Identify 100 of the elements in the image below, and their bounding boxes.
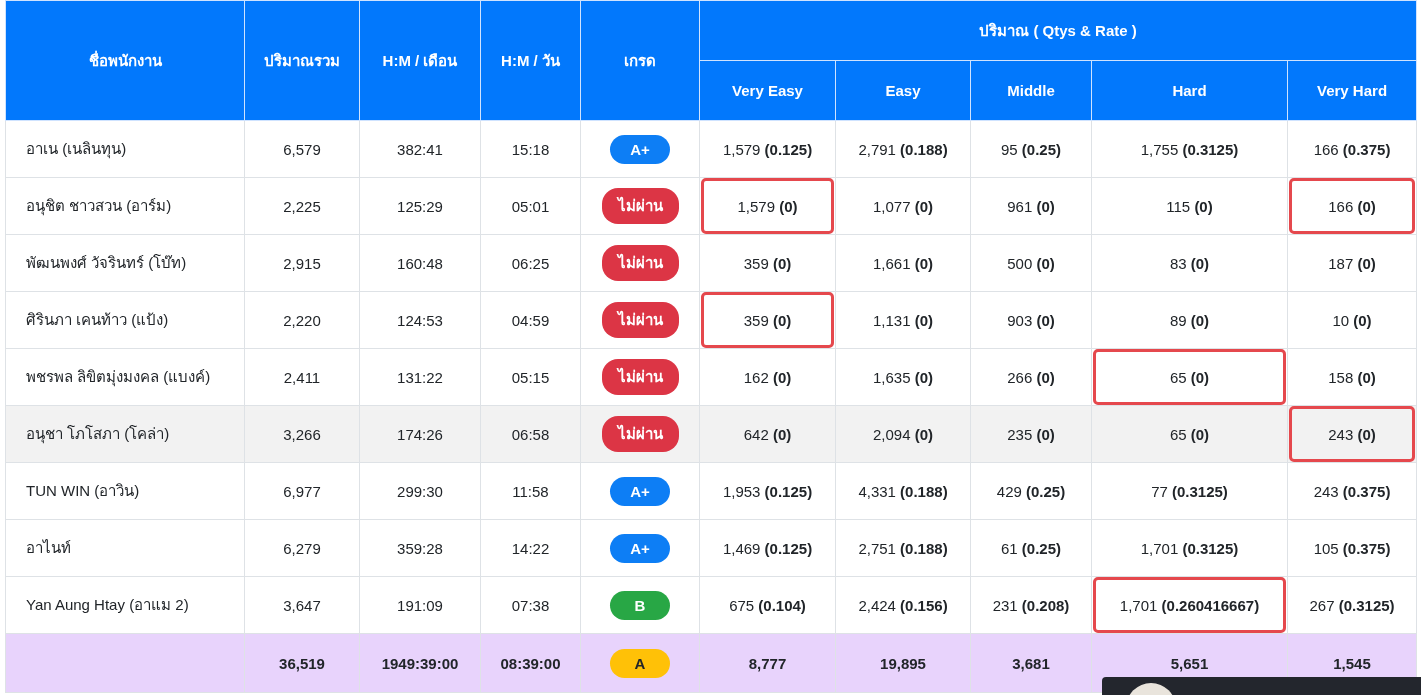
column-header: ปริมาณรวม <box>244 0 360 121</box>
table-cell: พชรพล ลิขิตมุ่งมงคล (แบงค์) <box>5 348 245 406</box>
table-cell: 2,424 (0.156) <box>858 596 948 614</box>
grade-badge: A+ <box>610 134 670 164</box>
table-cell: 05:01 <box>480 177 581 235</box>
table-cell: 77 (0.3125) <box>1151 482 1228 500</box>
group-header: ปริมาณ ( Qtys & Rate ) <box>699 0 1417 61</box>
table-cell: 675 (0.104) <box>729 596 806 614</box>
table-cell: 160:48 <box>359 234 481 292</box>
total-cell: 19,895 <box>835 633 971 693</box>
table-cell: 235 (0) <box>1007 425 1055 443</box>
table-cell: 83 (0) <box>1169 254 1210 272</box>
column-header: H:M / เดือน <box>359 0 481 121</box>
table-cell: 105 (0.375) <box>1313 539 1391 557</box>
column-header: Easy <box>835 60 971 121</box>
table-cell: 187 (0) <box>1328 254 1376 272</box>
table-cell: Yan Aung Htay (อาแม 2) <box>5 576 245 634</box>
table-cell: 1,701 (0.260416667) <box>1119 596 1260 614</box>
table-cell: 115 (0) <box>1166 197 1213 215</box>
column-header: H:M / วัน <box>480 0 581 121</box>
table-cell: 131:22 <box>359 348 481 406</box>
total-cell: 08:39:00 <box>480 633 581 693</box>
grade-badge: ไม่ผ่าน <box>601 416 679 452</box>
grade-badge: ไม่ผ่าน <box>601 188 679 224</box>
table-cell: 903 (0) <box>1007 311 1055 329</box>
table-cell: 1,579 (0.125) <box>722 140 813 158</box>
column-header: Very Hard <box>1287 60 1417 121</box>
table-cell: 1,469 (0.125) <box>722 539 813 557</box>
column-header: ชื่อพนักงาน <box>5 0 245 121</box>
table-cell: 642 (0) <box>743 425 792 443</box>
table-cell: 6,279 <box>244 519 360 577</box>
table-cell: 429 (0.25) <box>996 482 1066 500</box>
table-cell: 11:58 <box>480 462 581 520</box>
table-cell: 243 (0.375) <box>1313 482 1391 500</box>
table-cell: 1,953 (0.125) <box>722 482 813 500</box>
chat-popup[interactable] <box>1102 677 1421 695</box>
table-cell: 6,579 <box>244 120 360 178</box>
table-cell: 10 (0) <box>1332 311 1372 329</box>
table-cell: 2,791 (0.188) <box>858 140 948 158</box>
table-cell: 1,635 (0) <box>872 368 934 386</box>
total-cell: 3,681 <box>970 633 1092 693</box>
table-cell: 15:18 <box>480 120 581 178</box>
column-header: Hard <box>1091 60 1288 121</box>
table-cell: 124:53 <box>359 291 481 349</box>
table-cell: พัฒนพงศ์ วัจรินทร์ (โบ๊ท) <box>5 234 245 292</box>
grade-badge: A+ <box>610 533 670 563</box>
table-cell: 125:29 <box>359 177 481 235</box>
table-cell: 243 (0) <box>1328 425 1376 443</box>
table-cell: 1,131 (0) <box>872 311 934 329</box>
table-cell: ศิรินภา เคนท้าว (แป้ง) <box>5 291 245 349</box>
column-header: เกรด <box>580 0 700 121</box>
table-cell: 359:28 <box>359 519 481 577</box>
table-cell: 2,225 <box>244 177 360 235</box>
grade-badge: A <box>610 648 670 678</box>
table-cell: 500 (0) <box>1007 254 1055 272</box>
table-cell: 6,977 <box>244 462 360 520</box>
table-cell: 382:41 <box>359 120 481 178</box>
table-cell: 61 (0.25) <box>1000 539 1061 557</box>
table-cell: อนุชิต ชาวสวน (อาร์ม) <box>5 177 245 235</box>
grade-badge: ไม่ผ่าน <box>601 302 679 338</box>
table-cell: 162 (0) <box>743 368 792 386</box>
table-cell: 1,755 (0.3125) <box>1140 140 1239 158</box>
table-cell: อนุชา โภโสภา (โคล่า) <box>5 405 245 463</box>
table-cell: 1,701 (0.3125) <box>1140 539 1239 557</box>
grade-badge: ไม่ผ่าน <box>601 359 679 395</box>
table-cell: 267 (0.3125) <box>1309 596 1395 614</box>
table-cell: 65 (0) <box>1169 425 1210 443</box>
table-cell: 1,077 (0) <box>872 197 934 215</box>
table-cell: 1,661 (0) <box>872 254 934 272</box>
table-cell: 3,266 <box>244 405 360 463</box>
table-cell: 2,411 <box>244 348 360 406</box>
total-cell: 36,519 <box>244 633 360 693</box>
table-cell: 299:30 <box>359 462 481 520</box>
table-cell: 05:15 <box>480 348 581 406</box>
table-cell: 3,647 <box>244 576 360 634</box>
table-cell: 166 (0.375) <box>1313 140 1391 158</box>
table-cell: 158 (0) <box>1328 368 1376 386</box>
table-cell: 2,915 <box>244 234 360 292</box>
table-cell: 166 (0) <box>1328 197 1376 215</box>
table-cell: 2,751 (0.188) <box>858 539 948 557</box>
table-cell: TUN WIN (อาวิน) <box>5 462 245 520</box>
table-cell: 359 (0) <box>743 311 792 329</box>
column-header: Very Easy <box>699 60 836 121</box>
table-cell: 266 (0) <box>1007 368 1055 386</box>
table-cell: 07:38 <box>480 576 581 634</box>
total-cell: 1949:39:00 <box>359 633 481 693</box>
table-cell: 1,579 (0) <box>737 197 798 215</box>
grade-badge: A+ <box>610 476 670 506</box>
table-cell: 2,220 <box>244 291 360 349</box>
table-cell: 65 (0) <box>1169 368 1210 386</box>
table-cell: อาเน (เนลินทุน) <box>5 120 245 178</box>
table-cell: อาไนท์ <box>5 519 245 577</box>
table-cell: 191:09 <box>359 576 481 634</box>
table-cell: 89 (0) <box>1169 311 1210 329</box>
table-cell: 95 (0.25) <box>1000 140 1061 158</box>
table-cell: 4,331 (0.188) <box>858 482 948 500</box>
table-cell: 14:22 <box>480 519 581 577</box>
table-cell: 06:58 <box>480 405 581 463</box>
table-cell: 961 (0) <box>1007 197 1055 215</box>
table-cell: 231 (0.208) <box>992 596 1070 614</box>
